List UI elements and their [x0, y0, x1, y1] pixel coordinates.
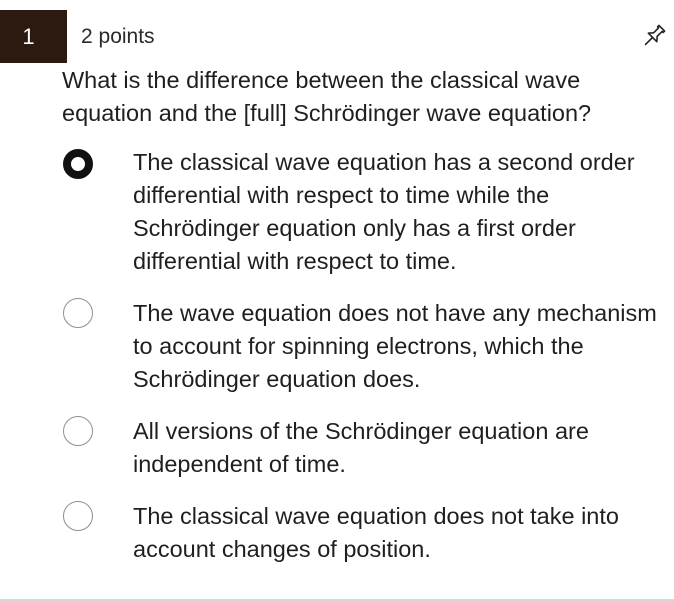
- question-card: 1 2 points What is the difference betwee…: [0, 0, 674, 602]
- radio-button-selected[interactable]: [63, 149, 93, 179]
- answer-option-label: The wave equation does not have any mech…: [133, 300, 657, 392]
- question-points: 2 points: [81, 25, 155, 48]
- answer-option-label: All versions of the Schrödinger equation…: [133, 418, 589, 477]
- answer-option-label: The classical wave equation has a second…: [133, 149, 635, 274]
- question-number-badge: 1: [0, 10, 67, 63]
- radio-button[interactable]: [63, 416, 93, 446]
- answer-option-label: The classical wave equation does not tak…: [133, 503, 619, 562]
- radio-button[interactable]: [63, 501, 93, 531]
- radio-button[interactable]: [63, 298, 93, 328]
- pin-button[interactable]: [639, 21, 669, 51]
- pin-icon: [644, 24, 666, 46]
- question-text: What is the difference between the class…: [62, 67, 592, 126]
